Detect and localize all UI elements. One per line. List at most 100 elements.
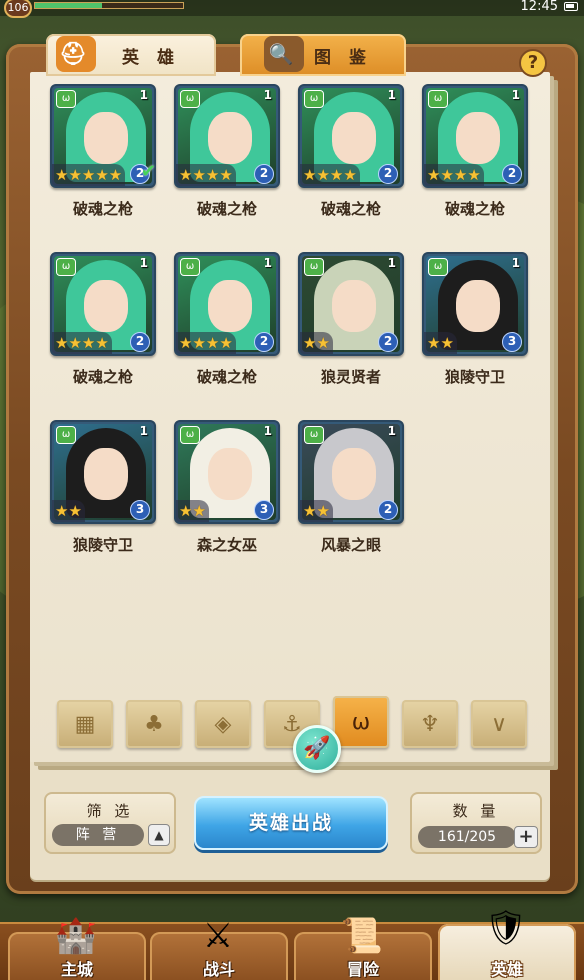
hero-face [208, 112, 252, 164]
hero-face [84, 112, 128, 164]
player-level-badge: 106 [4, 0, 32, 18]
experience-bar [34, 2, 184, 9]
filter-horns-faction[interactable]: ♆ [402, 700, 458, 748]
wolf-faction-icon: ω [180, 426, 200, 444]
hero-face [332, 112, 376, 164]
hero-stars: ★★ [52, 500, 85, 522]
hero-card[interactable]: ω 1 ★★★★ 2 [50, 252, 156, 356]
hero-card[interactable]: ω 1 ★★ 3 [174, 420, 280, 524]
nav-adventure-label: 冒险 [346, 960, 379, 979]
hero-level: 1 [387, 88, 396, 102]
clock: 12:45 [520, 0, 558, 14]
hero-face [208, 280, 252, 332]
hero-face [332, 448, 376, 500]
helmet-icon: ⛑ [56, 36, 96, 72]
rocket-icon: 🚀 [303, 736, 331, 761]
hero-name: 狼灵贤者 [320, 368, 381, 386]
wolf-faction-icon: ω [56, 90, 76, 108]
filter-panel: 筛 选 阵 营 ▲ [44, 792, 176, 854]
rocket-quick-button[interactable]: 🚀 [293, 725, 341, 773]
expand-capacity-button[interactable]: + [514, 826, 538, 848]
chevron-up-icon: ▲ [154, 828, 164, 842]
filter-value[interactable]: 阵 营 [52, 824, 144, 846]
hero-name: 破魂之枪 [196, 200, 257, 218]
castle-icon: 🏰 [54, 916, 98, 956]
hero-face [84, 448, 128, 500]
crossed-swords-icon: ⚔ [202, 916, 234, 956]
hero-rank-badge: 3 [130, 500, 150, 520]
wolf-faction-icon: ω [428, 90, 448, 108]
hero-card[interactable]: ω 1 ★★★★★ 2 ✔ [50, 84, 156, 188]
hero-level: 1 [139, 88, 148, 102]
diamond-faction-icon: ◈ [214, 711, 232, 737]
hero-face [208, 448, 252, 500]
hero-face [456, 280, 500, 332]
map-scroll-icon: 📜 [340, 916, 384, 956]
tab-compendium[interactable]: 🔍 图 鉴 [240, 34, 406, 76]
hero-face [456, 112, 500, 164]
hero-level: 1 [387, 256, 396, 270]
nav-battle-label: 战斗 [202, 960, 235, 979]
filter-wings-faction[interactable]: ∨ [471, 700, 527, 748]
filter-title: 筛 选 [86, 802, 134, 820]
hero-rank-badge: 2 [254, 164, 274, 184]
hero-name: 森之女巫 [196, 536, 257, 554]
magnifier-icon: 🔍 [264, 36, 304, 72]
hero-rank-badge: 2 [378, 332, 398, 352]
hero-card[interactable]: ω 1 ★★★★ 2 [174, 252, 280, 356]
nav-adventure[interactable]: 📜 冒险 [294, 916, 432, 980]
grid-all-icon: ▦ [74, 711, 96, 737]
tab-heroes[interactable]: ⛑ 英 雄 [46, 34, 216, 76]
hero-rank-badge: 3 [254, 500, 274, 520]
hero-card[interactable]: ω 1 ★★ 3 [422, 252, 528, 356]
bottom-nav: 🏰 主城 ⚔ 战斗 📜 冒险 🛡 英雄 [0, 908, 584, 980]
status-bar: 106 12:45 [0, 0, 584, 18]
filter-leaf-faction[interactable]: ♣ [126, 700, 182, 748]
hero-rank-badge: 2 [502, 164, 522, 184]
hero-stars: ★★★★ [424, 164, 484, 186]
hero-level: 1 [263, 424, 272, 438]
wolf-faction-icon: ω [304, 426, 324, 444]
wolf-faction-icon: ω [428, 258, 448, 276]
hero-stars: ★★ [300, 500, 333, 522]
nav-main-city-label: 主城 [60, 960, 93, 979]
deploy-heroes-button[interactable]: 英雄出战 [194, 796, 388, 850]
hero-level: 1 [511, 88, 520, 102]
filter-diamond-faction[interactable]: ◈ [195, 700, 251, 748]
hero-card[interactable]: ω 1 ★★★★ 2 [422, 84, 528, 188]
nav-main-city[interactable]: 🏰 主城 [8, 916, 146, 980]
nav-battle[interactable]: ⚔ 战斗 [150, 916, 288, 980]
hero-stars: ★★ [176, 500, 209, 522]
hero-level: 1 [263, 88, 272, 102]
wolf-faction-icon: ω [56, 426, 76, 444]
hero-level: 1 [387, 424, 396, 438]
wolf-faction-icon: ω [180, 258, 200, 276]
hero-card[interactable]: ω 1 ★★ 3 [50, 420, 156, 524]
hero-card[interactable]: ω 1 ★★★★ 2 [298, 84, 404, 188]
hero-level: 1 [139, 256, 148, 270]
hero-stars: ★★★★ [300, 164, 360, 186]
filter-toggle-button[interactable]: ▲ [148, 824, 170, 846]
selected-check-icon: ✔ [140, 161, 156, 182]
wolf-faction-icon: ω [56, 258, 76, 276]
hero-card[interactable]: ω 1 ★★★★ 2 [174, 84, 280, 188]
filter-grid-all[interactable]: ▦ [57, 700, 113, 748]
hero-crest-icon: 🛡 [484, 908, 528, 948]
hero-rank-badge: 2 [130, 332, 150, 352]
hero-count-panel: 数 量 161/205 + [410, 792, 542, 854]
wolf-faction-icon: ω [304, 258, 324, 276]
help-button[interactable]: ? [519, 49, 547, 77]
filter-wolf-faction[interactable]: ω [333, 696, 389, 748]
wolf-faction-icon: ω [304, 90, 324, 108]
hero-face [332, 280, 376, 332]
hero-card[interactable]: ω 1 ★★ 2 [298, 252, 404, 356]
hero-name: 狼陵守卫 [72, 536, 133, 554]
nav-heroes[interactable]: 🛡 英雄 [438, 908, 576, 980]
tab-compendium-label: 图 鉴 [314, 47, 372, 68]
battery-icon [564, 2, 578, 11]
hero-card[interactable]: ω 1 ★★ 2 [298, 420, 404, 524]
hero-name: 破魂之枪 [444, 200, 505, 218]
hero-rank-badge: 2 [378, 500, 398, 520]
hero-count-value: 161/205 [418, 826, 516, 848]
wolf-faction-icon: ω [351, 709, 371, 735]
